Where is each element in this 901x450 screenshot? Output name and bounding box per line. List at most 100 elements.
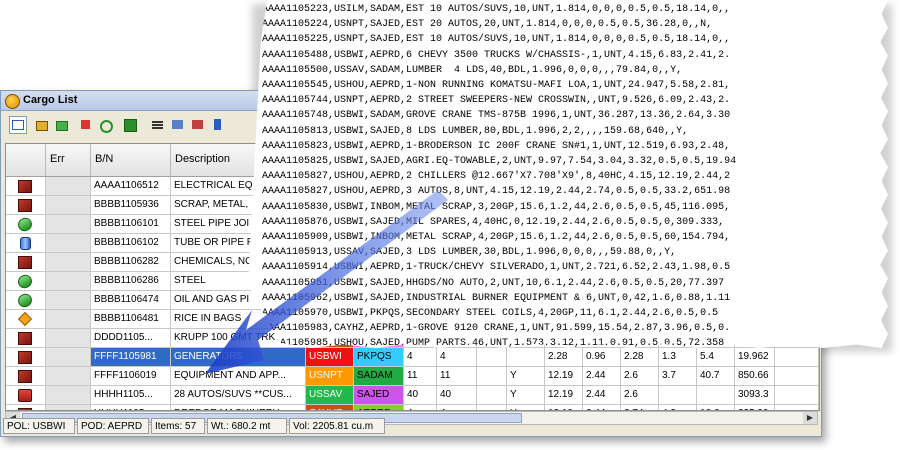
data-line: AAAA1105823,USBWI,AEPRD,1-BRODERSON IC 2… [262,140,731,152]
cell-desc: GENERATORS [171,348,306,367]
refresh-icon[interactable] [97,116,115,134]
scroll-right-icon[interactable]: ▶ [803,412,817,424]
truck-icon [18,389,32,402]
cell-n2: 40 [437,386,477,405]
cell-err [46,329,91,348]
cell-pod: PKPQS [354,348,404,367]
data-line: AAAA1105962,USBWI,SAJED,INDUSTRIAL BURNE… [262,292,731,304]
cargo-box-icon [18,351,32,364]
cell-b: 0.96 [583,348,621,367]
data-line: AAAA1105913,USSAV,SAJED,3 LDS LUMBER,30,… [262,247,677,259]
toolbar [3,113,283,137]
cell-f: 19.962 [735,348,775,367]
cell-bn: BBBB1106101 [91,215,171,234]
data-line: AAAA1105224,USNPT,SAJED,EST 20 AUTOS,20,… [262,19,713,31]
cell-y: Y [507,386,545,405]
data-line: AAAA1105748,USBWI,SADAM,GROVE CRANE TMS-… [262,110,731,122]
cell-err [46,386,91,405]
table-row[interactable]: HHHH1105... 28 AUTOS/SUVS **CUS... USSAV SA… [6,386,819,405]
grid-view-icon[interactable] [9,116,27,134]
data-line: AAAA1105983,CAYHZ,AEPRD,1-GROVE 9120 CRA… [262,323,731,335]
pipe-icon [15,272,35,290]
window-title: Cargo List [23,94,78,106]
cell-desc: 28 AUTOS/SUVS **CUS... [171,386,306,405]
cargo-box-icon [18,180,32,193]
row-icon-cell [6,291,46,310]
data-line: AAAA1105500,USSAV,SADAM,LUMBER 4 LDS,40,… [262,64,683,76]
export-icon[interactable] [53,116,71,134]
cargo-box-icon [18,256,32,269]
pipe-icon [15,291,35,309]
cell-e [697,386,735,405]
table-row[interactable]: FFFF1105981 GENERATORS USBWI PKPQS 4 4 2.28 0.9… [6,348,819,367]
cell-c: 2.6 [621,367,659,386]
title-bar: Cargo List [1,91,281,111]
row-icon-cell [6,272,46,291]
cell-g [775,348,819,367]
cell-bn: BBBB1106102 [91,234,171,253]
cell-err [46,215,91,234]
cell-n1: 4 [404,348,437,367]
cell-pol: USSAV [306,386,354,405]
cell-bn: HHHH1105... [91,386,171,405]
cell-err [46,196,91,215]
pipe-icon [15,215,35,233]
header-err[interactable]: Err [46,144,91,176]
data-line: AAAA1105827,USHOU,AEPRD,3 AUTOS,8,UNT,4.… [262,186,731,198]
cell-bn: BBBB1106474 [91,291,171,310]
cell-bn: BBBB1106481 [91,310,171,329]
columns-icon[interactable] [189,116,207,134]
cell-n2: 4 [437,348,477,367]
cell-err [46,177,91,196]
cell-bn: BBBB1106286 [91,272,171,291]
cell-n1: 40 [404,386,437,405]
cell-y [507,348,545,367]
cell-a: 2.28 [545,348,583,367]
cell-n1: 11 [404,367,437,386]
cell-pol: USNPT [306,367,354,386]
data-line: AAAA1105545,USHOU,AEPRD,1-NON RUNNING KO… [262,80,731,92]
cell-err [46,367,91,386]
cell-e1 [477,348,507,367]
status-volume: Vol: 2205.81 cu.m [289,418,385,434]
excel-icon[interactable] [121,116,139,134]
cell-d: 3.7 [659,367,697,386]
list-icon[interactable] [149,116,167,134]
row-icon-cell [6,348,46,367]
cell-e: 5.4 [697,348,735,367]
cell-a: 12.19 [545,386,583,405]
filter-icon[interactable] [169,116,187,134]
sort-icon[interactable] [209,116,227,134]
row-icon-cell [6,329,46,348]
cell-err [46,348,91,367]
status-pod: POD: AEPRD [77,418,149,434]
cell-pod: SADAM [354,367,404,386]
data-line: AAAA1105488,USBWI,AEPRD,6 CHEVY 3500 TRU… [262,49,731,61]
cell-err [46,291,91,310]
cell-a: 12.19 [545,367,583,386]
cell-e: 40.7 [697,367,735,386]
import-icon[interactable] [33,116,51,134]
data-line: AAAA1105876,USBWI,SAJED,MIL SPARES,4,40H… [262,216,725,228]
cell-b: 2.44 [583,367,621,386]
cell-bn: FFFF1105981 [91,348,171,367]
cell-b: 2.44 [583,386,621,405]
cell-d: 1.3 [659,348,697,367]
cell-bn: BBBB1106282 [91,253,171,272]
cell-pod: SAJED [354,386,404,405]
app-icon [5,94,20,109]
cell-f: 850.66 [735,367,775,386]
cell-err [46,234,91,253]
cell-bn: FFFF1106019 [91,367,171,386]
status-pol: POL: USBWI [3,418,75,434]
header-bn[interactable]: B/N [91,144,171,176]
header-icon-col[interactable] [6,144,46,176]
cell-e1 [477,386,507,405]
data-line: AAAA1105914,USBWI,AEPRD,1-TRUCK/CHEVY SI… [262,262,731,274]
delete-icon[interactable] [77,116,95,134]
data-line: AAAA1105830,USBWI,INBOM,METAL SCRAP,3,20… [262,201,731,213]
cell-e1 [477,367,507,386]
cell-desc: EQUIPMENT AND APP... [171,367,306,386]
table-row[interactable]: FFFF1106019 EQUIPMENT AND APP... USNPT SADA… [6,367,819,386]
cell-n2: 11 [437,367,477,386]
